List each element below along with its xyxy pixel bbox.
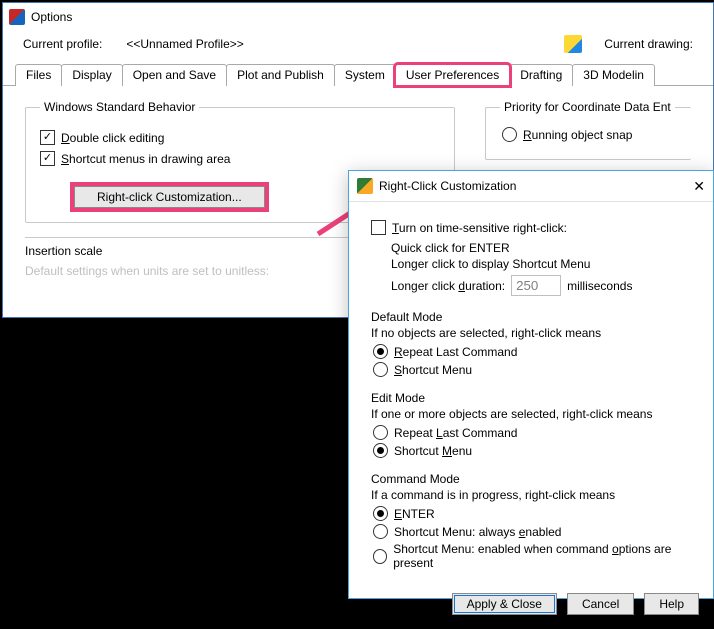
shortcut-menus-label: Shortcut menus in drawing area [61,152,230,166]
longer-click-text: Longer click to display Shortcut Menu [371,257,695,271]
radio-icon [373,425,388,440]
default-mode-title: Default Mode [371,310,695,324]
priority-legend: Priority for Coordinate Data Ent [500,100,675,114]
default-shortcut-radio[interactable]: Shortcut Menu [373,362,695,377]
check-icon: ✓ [40,151,55,166]
radio-icon [373,443,388,458]
priority-group: Priority for Coordinate Data Ent Running… [485,100,691,160]
duration-input[interactable] [511,275,561,296]
edit-repeat-radio[interactable]: Repeat Last Command [373,425,695,440]
command-always-label: Shortcut Menu: always enabled [394,525,561,539]
running-object-snap-radio[interactable]: Running object snap [502,127,677,142]
default-repeat-label: Repeat Last Command [394,345,517,359]
default-mode-desc: If no objects are selected, right-click … [371,326,695,340]
time-sensitive-label: Turn on time-sensitive right-click: [392,221,567,235]
command-mode-desc: If a command is in progress, right-click… [371,488,695,502]
cancel-button[interactable]: Cancel [567,593,634,615]
tabs: Files Display Open and Save Plot and Pub… [3,61,713,86]
dialog-titlebar: Right-Click Customization ✕ [349,171,713,202]
radio-icon [373,506,388,521]
right-click-customization-dialog: Right-Click Customization ✕ Turn on time… [348,170,714,599]
radio-icon [373,549,387,564]
right-click-customization-button[interactable]: Right-click Customization... [74,186,265,208]
quick-click-text: Quick click for ENTER [371,241,695,255]
tab-3d-modeling[interactable]: 3D Modelin [572,64,655,86]
help-button[interactable]: Help [644,593,699,615]
profile-row: Current profile: <<Unnamed Profile>> Cur… [3,31,713,61]
shortcut-menus-checkbox[interactable]: ✓ Shortcut menus in drawing area [40,151,440,166]
close-button[interactable]: ✕ [693,179,705,193]
current-profile-value: <<Unnamed Profile>> [126,37,243,51]
command-mode-title: Command Mode [371,472,695,486]
default-repeat-radio[interactable]: Repeat Last Command [373,344,695,359]
unchecked-icon [371,220,386,235]
tab-display[interactable]: Display [61,64,122,86]
app-icon [9,9,25,25]
tab-system[interactable]: System [334,64,396,86]
dialog-icon [357,178,373,194]
double-click-editing-checkbox[interactable]: ✓ Double click editing [40,130,440,145]
command-options-label: Shortcut Menu: enabled when command opti… [393,542,695,570]
check-icon: ✓ [40,130,55,145]
radio-icon [502,127,517,142]
command-enter-label: ENTER [394,507,435,521]
tab-user-preferences[interactable]: User Preferences [395,64,510,86]
running-object-snap-label: Running object snap [523,128,632,142]
tab-drafting[interactable]: Drafting [509,64,573,86]
double-click-label: Double click editing [61,131,164,145]
radio-icon [373,524,388,539]
edit-shortcut-label: Shortcut Menu [394,444,472,458]
dialog-title: Right-Click Customization [379,179,516,193]
edit-mode-title: Edit Mode [371,391,695,405]
current-drawing-label: Current drawing: [604,37,693,51]
time-sensitive-checkbox[interactable]: Turn on time-sensitive right-click: [371,220,695,235]
duration-units: milliseconds [567,279,632,293]
dialog-body: Turn on time-sensitive right-click: Quic… [349,202,713,583]
drawing-icon [564,35,582,53]
command-always-radio[interactable]: Shortcut Menu: always enabled [373,524,695,539]
tab-plot-and-publish[interactable]: Plot and Publish [226,64,335,86]
radio-icon [373,362,388,377]
options-title: Options [31,10,72,24]
wsb-legend: Windows Standard Behavior [40,100,199,114]
tab-files[interactable]: Files [15,64,62,86]
tab-open-and-save[interactable]: Open and Save [122,64,227,86]
command-options-radio[interactable]: Shortcut Menu: enabled when command opti… [373,542,695,570]
apply-close-button[interactable]: Apply & Close [452,593,557,615]
duration-row: Longer click duration: milliseconds [371,275,695,296]
current-profile-label: Current profile: [23,37,102,51]
default-shortcut-label: Shortcut Menu [394,363,472,377]
rc-btn-label: Right-click Customization... [74,186,265,208]
duration-label: Longer click duration: [391,279,505,293]
command-enter-radio[interactable]: ENTER [373,506,695,521]
edit-mode-desc: If one or more objects are selected, rig… [371,407,695,421]
edit-repeat-label: Repeat Last Command [394,426,517,440]
dialog-buttons: Apply & Close Cancel Help [349,583,713,629]
options-titlebar: Options [3,3,713,31]
radio-icon [373,344,388,359]
edit-shortcut-radio[interactable]: Shortcut Menu [373,443,695,458]
